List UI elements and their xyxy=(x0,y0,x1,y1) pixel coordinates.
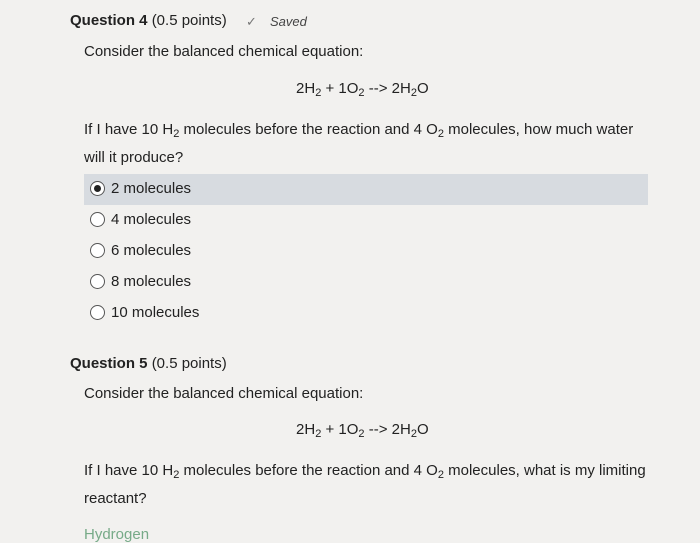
question-5-first-choice[interactable]: Hydrogen xyxy=(84,526,149,543)
question-4-points: (0.5 points) xyxy=(151,12,227,29)
radio-button[interactable] xyxy=(90,212,105,227)
question-4-header: Question 4 (0.5 points) xyxy=(70,12,227,29)
choice-option-1[interactable]: 2 molecules xyxy=(84,174,648,205)
choice-label: 4 molecules xyxy=(111,211,192,228)
checkmark-icon: ✓ xyxy=(246,14,257,29)
question-4-prompt: Consider the balanced chemical equation: xyxy=(84,43,364,60)
question-5-text: If I have 10 H2 molecules before the rea… xyxy=(84,462,646,507)
question-5-title: Question 5 xyxy=(70,355,148,372)
choice-label: 2 molecules xyxy=(111,180,192,197)
radio-button[interactable] xyxy=(90,305,105,320)
choice-label: 6 molecules xyxy=(111,242,192,259)
choice-option-3[interactable]: 6 molecules xyxy=(84,236,648,267)
question-5-header: Question 5 (0.5 points) xyxy=(70,355,227,372)
question-4-text: If I have 10 H2 molecules before the rea… xyxy=(84,121,634,166)
choice-option-4[interactable]: 8 molecules xyxy=(84,267,648,298)
question-4-title: Question 4 xyxy=(70,12,148,29)
choice-option-5[interactable]: 10 molecules xyxy=(84,298,648,329)
question-5-points: (0.5 points) xyxy=(151,355,227,372)
radio-button-selected[interactable] xyxy=(90,181,105,196)
saved-status: Saved xyxy=(270,14,307,29)
question-4-equation: 2H2 + 1O2 --> 2H2O xyxy=(296,80,429,99)
choice-label: Hydrogen xyxy=(84,526,150,543)
question-5-prompt: Consider the balanced chemical equation: xyxy=(84,385,364,402)
question-5-equation: 2H2 + 1O2 --> 2H2O xyxy=(296,421,429,440)
choice-label: 8 molecules xyxy=(111,273,192,290)
radio-button[interactable] xyxy=(90,274,105,289)
radio-button[interactable] xyxy=(90,243,105,258)
choice-label: 10 molecules xyxy=(111,304,200,321)
choice-option-2[interactable]: 4 molecules xyxy=(84,205,648,236)
